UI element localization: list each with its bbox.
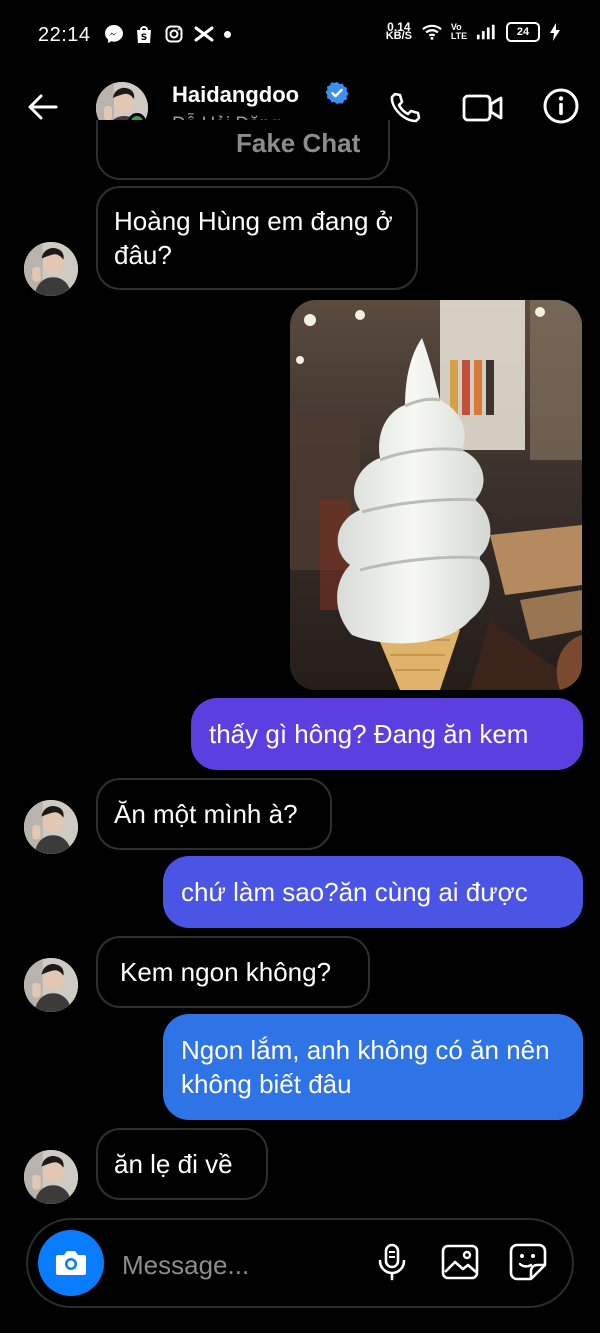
message-input[interactable] [120,1240,364,1290]
shopee-icon: S [134,24,154,44]
messenger-icon [104,24,124,44]
back-button[interactable] [26,90,60,124]
network-speed: 0.14 KB/S [385,21,412,42]
phone-icon [390,92,421,123]
photo-image [290,300,582,690]
incoming-message[interactable]: Hoàng Hùng em đang ở đâu? [96,186,418,290]
instagram-icon [164,24,184,44]
camera-icon [56,1251,86,1275]
back-arrow-icon [28,94,58,120]
more-notifications-dot [224,30,231,38]
avatar-photo [24,958,78,1012]
ice-cream-photo[interactable] [290,300,582,690]
info-button[interactable] [539,84,583,128]
microphone-button[interactable] [372,1242,412,1282]
info-icon [543,88,579,124]
incoming-message[interactable]: Kem ngon không? [96,936,370,1008]
video-camera-icon [462,94,503,122]
avatar-photo [24,242,78,296]
sender-avatar[interactable] [24,1150,78,1204]
svg-text:S: S [141,33,147,43]
wifi-icon [422,22,442,42]
status-time: 22:14 [38,24,91,46]
contact-name[interactable]: Haidangdoo [172,82,299,108]
battery-indicator: 24 [506,22,540,42]
incoming-message[interactable]: ăn lẹ đi về [96,1128,268,1200]
system-status: 0.14 KB/S Vo LTE 24 [385,21,560,42]
outgoing-message[interactable]: chứ làm sao?ăn cùng ai được [163,856,583,928]
incoming-message[interactable]: Ăn một mình à? [96,778,332,850]
outgoing-message[interactable]: thấy gì hông? Đang ăn kem [191,698,583,770]
sticker-button[interactable] [508,1242,548,1282]
sticker-icon [509,1243,547,1281]
fake-chat-watermark: Fake Chat [236,128,361,158]
avatar-photo [24,1150,78,1204]
gallery-button[interactable] [440,1242,480,1282]
net-speed-unit: KB/S [385,30,412,42]
avatar-photo [24,800,78,854]
notification-icons: S [104,24,231,44]
outgoing-message[interactable]: Ngon lắm, anh không có ăn nên không biết… [163,1014,583,1120]
video-call-button[interactable] [461,86,505,130]
charging-icon [550,22,560,42]
sender-avatar[interactable] [24,242,78,296]
signal-icon [476,22,496,42]
microphone-icon [378,1243,406,1281]
verified-badge-icon [325,81,349,105]
sender-avatar[interactable] [24,958,78,1012]
camera-button[interactable] [38,1230,104,1296]
gallery-icon [441,1244,479,1280]
capcut-icon [194,24,214,44]
volte-icon: Vo LTE [450,22,468,41]
sender-avatar[interactable] [24,800,78,854]
